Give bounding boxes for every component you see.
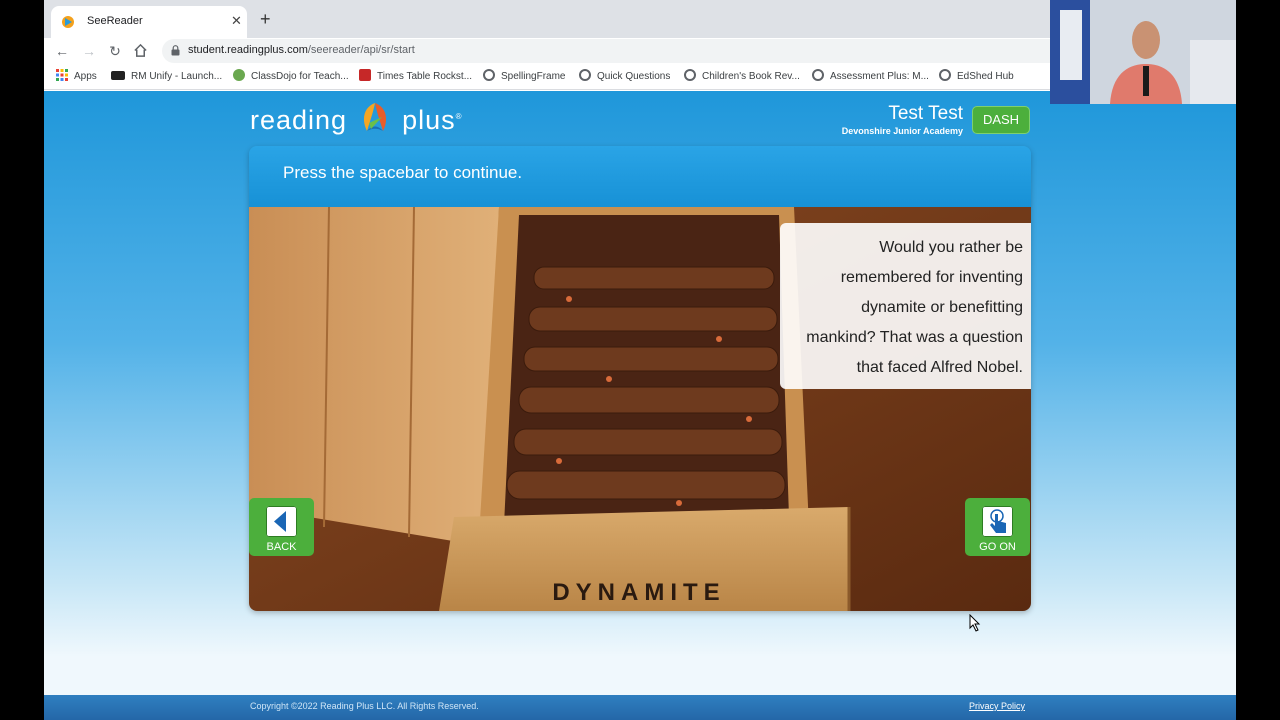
apps-grid-icon: [56, 69, 68, 82]
bookmark-spellingframe[interactable]: SpellingFrame: [483, 69, 565, 85]
reading-panel: Press the spacebar to continue. DYNAMITE…: [249, 146, 1031, 611]
logo-registered-mark: ®: [455, 112, 463, 122]
bookmark-apps[interactable]: Apps: [56, 69, 97, 85]
pointing-hand-icon: [990, 509, 1006, 533]
caption-text: Would you rather be remembered for inven…: [806, 239, 1023, 376]
screen: SeeReader ✕ + ← → ↻ student.readingplus.…: [0, 0, 1280, 720]
rm-icon: [111, 70, 125, 80]
go-on-icon-box: [980, 504, 1015, 539]
globe-icon: [483, 69, 495, 82]
back-arrow-box: [264, 504, 299, 539]
tab-close-icon[interactable]: ✕: [231, 13, 242, 29]
bookmark-label: Quick Questions: [597, 71, 671, 82]
tab-title: SeeReader: [87, 15, 143, 27]
lock-icon[interactable]: [171, 45, 180, 56]
copyright-text: Copyright ©2022 Reading Plus LLC. All Ri…: [250, 701, 479, 711]
home-icon[interactable]: [133, 43, 148, 58]
logo-text-left: reading: [250, 105, 348, 136]
ttrs-icon: [359, 69, 371, 82]
scene-image: DYNAMITE Would you rather be remembered …: [249, 207, 1031, 611]
bookmark-rm-unify[interactable]: RM Unify - Launch...: [111, 69, 222, 85]
bookmark-label: ClassDojo for Teach...: [251, 71, 349, 82]
globe-icon: [812, 69, 824, 82]
back-arrow-icon[interactable]: ←: [53, 42, 71, 60]
page-content: reading plus® Test Test Devonshire Junio…: [44, 91, 1236, 720]
bookmark-childrens-book[interactable]: Children's Book Rev...: [684, 69, 800, 85]
url-host: student.readingplus.com: [188, 44, 308, 56]
new-tab-button[interactable]: +: [260, 10, 271, 28]
page-footer: Copyright ©2022 Reading Plus LLC. All Ri…: [44, 695, 1236, 720]
webcam-overlay: [1050, 0, 1236, 104]
left-arrow-icon: [274, 511, 286, 532]
dash-button[interactable]: DASH: [972, 106, 1030, 134]
instruction-text: Press the spacebar to continue.: [283, 163, 523, 182]
bookmark-label: RM Unify - Launch...: [131, 71, 223, 82]
go-on-label: GO ON: [979, 541, 1016, 553]
bookmark-label: Times Table Rockst...: [377, 71, 473, 82]
bookmark-label: Apps: [74, 71, 97, 82]
tab-seereader[interactable]: SeeReader ✕: [51, 6, 247, 38]
url-text[interactable]: student.readingplus.com/seereader/api/sr…: [188, 44, 415, 56]
bookmark-quick-questions[interactable]: Quick Questions: [579, 69, 670, 85]
readingplus-logo: reading plus®: [250, 103, 463, 139]
privacy-policy-link[interactable]: Privacy Policy: [969, 701, 1025, 711]
globe-icon: [939, 69, 951, 82]
forward-arrow-icon[interactable]: →: [80, 42, 98, 60]
reload-icon[interactable]: ↻: [106, 42, 124, 60]
browser-window: SeeReader ✕ + ← → ↻ student.readingplus.…: [44, 0, 1236, 720]
user-name: Test Test: [888, 103, 963, 124]
back-label: BACK: [266, 541, 297, 553]
school-name: Devonshire Junior Academy: [841, 126, 963, 136]
webcam-person-image: [1050, 0, 1236, 104]
story-caption: Would you rather be remembered for inven…: [780, 223, 1031, 389]
logo-text-right: plus: [402, 105, 456, 136]
bookmark-label: Children's Book Rev...: [702, 71, 800, 82]
bookmark-label: SpellingFrame: [501, 71, 566, 82]
bookmark-ttrs[interactable]: Times Table Rockst...: [359, 69, 472, 85]
crate-label: DYNAMITE: [552, 579, 725, 606]
panel-header: Press the spacebar to continue.: [249, 146, 1031, 207]
logo-mark-icon: [363, 103, 386, 131]
url-path: /seereader/api/sr/start: [307, 44, 415, 56]
globe-icon: [579, 69, 591, 82]
classdojo-icon: [233, 69, 245, 82]
globe-icon: [684, 69, 696, 82]
go-on-button[interactable]: GO ON: [965, 498, 1030, 556]
readingplus-favicon-icon: [62, 16, 74, 28]
mouse-cursor-icon: [969, 614, 981, 632]
bookmark-classdojo[interactable]: ClassDojo for Teach...: [233, 69, 349, 85]
bookmark-edshed[interactable]: EdShed Hub: [939, 69, 1014, 85]
bookmark-label: EdShed Hub: [957, 71, 1014, 82]
bookmark-label: Assessment Plus: M...: [830, 71, 929, 82]
bookmark-assessment-plus[interactable]: Assessment Plus: M...: [812, 69, 929, 85]
back-button[interactable]: BACK: [249, 498, 314, 556]
